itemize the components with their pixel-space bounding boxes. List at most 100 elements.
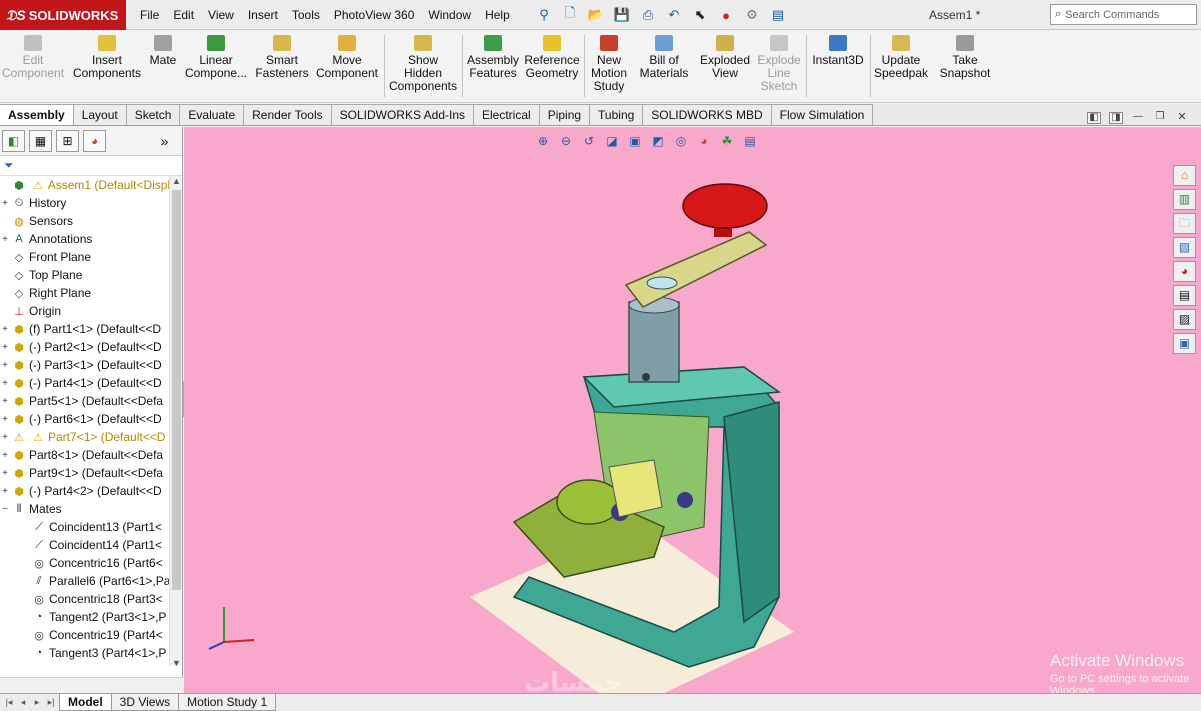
tab-addins[interactable]: SOLIDWORKS Add-Ins [330, 104, 474, 125]
scroll-down-icon[interactable]: ▼ [170, 658, 182, 666]
tree-item[interactable]: ◇ Top Plane [0, 266, 182, 284]
tab-flow-simulation[interactable]: Flow Simulation [770, 104, 874, 125]
mate-button[interactable]: Mate [146, 35, 180, 67]
tab-electrical[interactable]: Electrical [473, 104, 540, 125]
undo-icon[interactable]: ↶ [663, 4, 685, 26]
tree-item[interactable]: ⟋ Coincident13 (Part1< [0, 518, 182, 536]
tree-item[interactable]: + ⬢ Part5<1> (Default<<Defa [0, 392, 182, 410]
view-palette-icon[interactable]: ▧ [1173, 237, 1196, 258]
tree-item[interactable]: + ⬢ (-) Part4<2> (Default<<D [0, 482, 182, 500]
tree-item[interactable]: ◇ Front Plane [0, 248, 182, 266]
menu-photoview[interactable]: PhotoView 360 [334, 8, 415, 22]
take-snapshot-button[interactable]: Take Snapshot [936, 35, 994, 80]
tree-item[interactable]: + ⬢ (-) Part2<1> (Default<<D [0, 338, 182, 356]
home-icon[interactable]: ⌂ [1173, 165, 1196, 186]
filter-icon[interactable]: ⏷ [4, 158, 14, 173]
appearances-icon[interactable]: ◕ [1173, 261, 1196, 282]
property-manager-tab-icon[interactable]: ▦ [29, 130, 52, 152]
tree-item[interactable]: ⊥ Origin [0, 302, 182, 320]
tree-item[interactable]: ◎Concentric21 (Part9< [0, 662, 182, 666]
graphics-viewport[interactable]: ⊕ ⊖ ↺ ◪ ▣ ◩ ◎ ◕ ☘ ▤ ⌂ ▥ 🗀 ▧ ◕ ▤ ▨ ▣ خمسا… [184, 127, 1201, 693]
new-motion-study-button[interactable]: New Motion Study [588, 35, 630, 93]
menu-help[interactable]: Help [485, 8, 510, 22]
tree-item[interactable]: + ⬢ (-) Part3<1> (Default<<D [0, 356, 182, 374]
solidworks-logo[interactable]: 𝔇S SOLIDWORKS [0, 0, 126, 30]
tree-item[interactable]: + ⏲ History [0, 194, 182, 212]
tree-item[interactable]: + ⬢ Part8<1> (Default<<Defa [0, 446, 182, 464]
menu-edit[interactable]: Edit [173, 8, 194, 22]
configuration-manager-tab-icon[interactable]: ⊞ [56, 130, 79, 152]
expand-icon[interactable]: + [0, 360, 10, 371]
tile-left-icon[interactable]: ◧ [1087, 112, 1101, 124]
minimize-icon[interactable]: — [1131, 112, 1145, 124]
select-icon[interactable]: ⬉ [689, 4, 711, 26]
print-icon[interactable]: ⎙ [637, 4, 659, 26]
design-library-icon[interactable]: ▥ [1173, 189, 1196, 210]
expand-icon[interactable]: + [0, 486, 10, 497]
restore-icon[interactable]: ❐ [1153, 112, 1167, 124]
pin-icon[interactable]: ⚲ [533, 4, 555, 26]
tab-3d-views[interactable]: 3D Views [110, 694, 180, 711]
tab-layout[interactable]: Layout [72, 104, 127, 125]
solidworks-forum-icon[interactable]: ▨ [1173, 309, 1196, 330]
search-commands-box[interactable]: ⌕ Search Commands [1050, 4, 1197, 25]
expand-icon[interactable]: + [0, 234, 10, 245]
menu-file[interactable]: File [140, 8, 159, 22]
update-speedpak-button[interactable]: Update Speedpak [872, 35, 930, 80]
custom-properties-icon[interactable]: ▤ [1173, 285, 1196, 306]
smart-fasteners-button[interactable]: Smart Fasteners [254, 35, 310, 80]
open-icon[interactable]: 📂 [585, 4, 607, 26]
tree-item[interactable]: ◔ Tangent3 (Part4<1>,P [0, 644, 182, 662]
tree-item[interactable]: ◎ Concentric19 (Part4< [0, 626, 182, 644]
expand-icon[interactable]: + [0, 468, 10, 479]
display-manager-tab-icon[interactable]: ◕ [83, 130, 106, 152]
save-icon[interactable]: 💾 [611, 4, 633, 26]
menu-tools[interactable]: Tools [292, 8, 320, 22]
first-tab-icon[interactable]: |◂ [2, 697, 16, 708]
scrollbar-thumb[interactable] [172, 190, 181, 590]
tree-filter-bar[interactable]: ⏷ [0, 156, 182, 176]
tab-assembly[interactable]: Assembly [0, 104, 74, 125]
next-tab-icon[interactable]: ▸ [30, 697, 44, 708]
tree-item[interactable]: + ⬢ Part9<1> (Default<<Defa [0, 464, 182, 482]
traffic-light-icon[interactable]: ● [715, 4, 737, 26]
tree-item[interactable]: + ⬢ (-) Part6<1> (Default<<D [0, 410, 182, 428]
expand-icon[interactable]: + [0, 414, 10, 425]
tab-motion-study-1[interactable]: Motion Study 1 [178, 694, 277, 711]
tab-tubing[interactable]: Tubing [589, 104, 644, 125]
tab-piping[interactable]: Piping [538, 104, 591, 125]
expand-icon[interactable]: + [0, 396, 10, 407]
file-properties-icon[interactable]: ▤ [767, 4, 789, 26]
menu-insert[interactable]: Insert [248, 8, 278, 22]
menu-view[interactable]: View [208, 8, 234, 22]
assembly-model[interactable] [184, 127, 1201, 693]
feature-manager-tab-icon[interactable]: ◧ [2, 130, 25, 152]
tree-item[interactable]: ⟋ Coincident14 (Part1< [0, 536, 182, 554]
edit-component-button[interactable]: Edit Component [2, 35, 64, 80]
tree-item[interactable]: ⫽ Parallel6 (Part6<1>,Pa [0, 572, 182, 590]
expand-icon[interactable]: + [0, 432, 10, 443]
new-document-icon[interactable]: 🗋 [559, 4, 581, 26]
tree-item[interactable]: ◍ Sensors [0, 212, 182, 230]
tree-item[interactable]: − ⫴ Mates [0, 500, 182, 518]
show-hidden-components-button[interactable]: Show Hidden Components [388, 35, 458, 93]
expand-icon[interactable]: − [0, 504, 10, 515]
reference-geometry-button[interactable]: Reference Geometry [524, 35, 580, 80]
tile-right-icon[interactable]: ◨ [1109, 112, 1123, 124]
tree-scrollbar[interactable]: ▲ ▼ [169, 176, 182, 666]
tree-item[interactable]: ◔ Tangent2 (Part3<1>,P [0, 608, 182, 626]
file-explorer-icon[interactable]: 🗀 [1173, 213, 1196, 234]
menu-window[interactable]: Window [428, 8, 471, 22]
tree-item[interactable]: + ⚠ ⚠ Part7<1> (Default<<D [0, 428, 182, 446]
expand-icon[interactable]: + [0, 324, 10, 335]
tab-mbd[interactable]: SOLIDWORKS MBD [642, 104, 772, 125]
expand-icon[interactable]: + [0, 378, 10, 389]
expand-icon[interactable]: + [0, 342, 10, 353]
bill-of-materials-button[interactable]: Bill of Materials [636, 35, 692, 80]
explode-line-sketch-button[interactable]: Explode Line Sketch [756, 35, 802, 93]
tab-evaluate[interactable]: Evaluate [179, 104, 245, 125]
options-icon[interactable]: ⚙ [741, 4, 763, 26]
tree-item[interactable]: + ⬢ (-) Part4<1> (Default<<D [0, 374, 182, 392]
close-icon[interactable]: ✕ [1175, 112, 1189, 124]
tree-item[interactable]: ◎ Concentric16 (Part6< [0, 554, 182, 572]
